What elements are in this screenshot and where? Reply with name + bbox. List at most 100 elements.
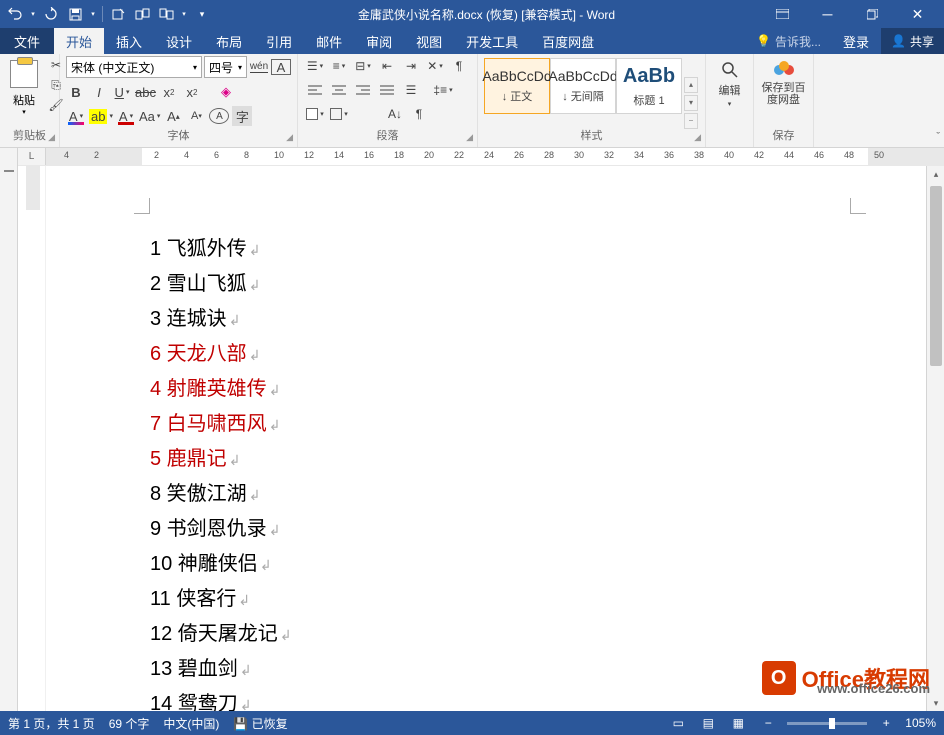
qat-button-2[interactable] bbox=[131, 3, 153, 25]
tab-视图[interactable]: 视图 bbox=[404, 28, 454, 54]
show-all-button[interactable]: ¶ bbox=[408, 104, 430, 124]
bold-button[interactable]: B bbox=[66, 82, 86, 102]
clear-formatting-button[interactable]: ◈ bbox=[216, 82, 236, 102]
login-button[interactable]: 登录 bbox=[831, 28, 881, 54]
qat-button-1[interactable] bbox=[107, 3, 129, 25]
tab-引用[interactable]: 引用 bbox=[254, 28, 304, 54]
show-marks-button[interactable]: ¶ bbox=[448, 56, 470, 76]
vertical-scrollbar[interactable]: ▴ ▾ bbox=[926, 166, 944, 711]
tell-me-search[interactable]: 💡 告诉我... bbox=[746, 28, 831, 54]
redo-button[interactable] bbox=[40, 3, 62, 25]
doc-line[interactable]: 1 飞狐外传↲ bbox=[150, 232, 926, 267]
highlight-button[interactable]: ab bbox=[89, 106, 113, 126]
style-↓ 正文[interactable]: AaBbCcDd↓ 正文 bbox=[484, 58, 550, 114]
scroll-down-button[interactable]: ▾ bbox=[927, 695, 944, 711]
font-name-combo[interactable]: 宋体 (中文正文)▾ bbox=[66, 56, 202, 78]
font-launcher[interactable]: ◢ bbox=[286, 132, 293, 143]
ruler-horizontal[interactable]: L 42246810121416182022242628303234363840… bbox=[0, 148, 944, 166]
read-mode-button[interactable]: ▭ bbox=[667, 714, 689, 732]
char-shading-button[interactable]: Aa bbox=[139, 106, 160, 126]
multilevel-button[interactable]: ⊟ bbox=[352, 56, 374, 76]
save-button[interactable] bbox=[64, 3, 86, 25]
undo-dropdown[interactable]: ▾ bbox=[28, 3, 38, 25]
styles-launcher[interactable]: ◢ bbox=[694, 132, 701, 143]
doc-line[interactable]: 9 书剑恩仇录↲ bbox=[150, 512, 926, 547]
zoom-in-button[interactable]: + bbox=[875, 714, 897, 732]
enclose-char-button[interactable]: A bbox=[209, 108, 229, 124]
font-color-button[interactable]: A bbox=[116, 106, 136, 126]
char-shading-2-button[interactable]: 字 bbox=[232, 106, 252, 126]
styles-up-button[interactable]: ▴ bbox=[684, 77, 698, 93]
subscript-button[interactable]: x2 bbox=[159, 82, 179, 102]
superscript-button[interactable]: x2 bbox=[182, 82, 202, 102]
shading-button[interactable] bbox=[304, 104, 326, 124]
style-标题 1[interactable]: AaBb标题 1 bbox=[616, 58, 682, 114]
language-indicator[interactable]: 中文(中国) bbox=[163, 715, 219, 732]
shrink-font-button[interactable]: A▾ bbox=[186, 106, 206, 126]
collapse-ribbon-button[interactable]: ˇ bbox=[936, 131, 940, 143]
font-size-combo[interactable]: 四号▾ bbox=[204, 56, 247, 78]
clipboard-launcher[interactable]: ◢ bbox=[48, 132, 55, 143]
distribute-button[interactable]: ☰ bbox=[400, 80, 422, 100]
line-spacing-button[interactable]: ‡≡ bbox=[432, 80, 454, 100]
tab-开始[interactable]: 开始 bbox=[54, 28, 104, 54]
grow-font-button[interactable]: A▴ bbox=[163, 106, 183, 126]
decrease-indent-button[interactable]: ⇤ bbox=[376, 56, 398, 76]
doc-line[interactable]: 3 连城诀↲ bbox=[150, 302, 926, 337]
find-button[interactable]: 编辑 ▾ bbox=[719, 60, 741, 108]
close-button[interactable]: ✕ bbox=[895, 0, 940, 28]
qat-button-3[interactable] bbox=[155, 3, 177, 25]
character-border-button[interactable]: A bbox=[271, 59, 291, 75]
increase-indent-button[interactable]: ⇥ bbox=[400, 56, 422, 76]
align-left-button[interactable] bbox=[304, 80, 326, 100]
italic-button[interactable]: I bbox=[89, 82, 109, 102]
zoom-slider[interactable] bbox=[787, 722, 867, 725]
tab-邮件[interactable]: 邮件 bbox=[304, 28, 354, 54]
tab-设计[interactable]: 设计 bbox=[154, 28, 204, 54]
text-effects-button[interactable]: A bbox=[66, 106, 86, 126]
nav-pane-collapsed[interactable] bbox=[0, 166, 18, 711]
recovered-indicator[interactable]: 💾 已恢复 bbox=[233, 715, 287, 732]
doc-line[interactable]: 7 白马啸西风↲ bbox=[150, 407, 926, 442]
minimize-button[interactable]: ─ bbox=[805, 0, 850, 28]
doc-line[interactable]: 4 射雕英雄传↲ bbox=[150, 372, 926, 407]
asian-layout-button[interactable]: ✕ bbox=[424, 56, 446, 76]
doc-line[interactable]: 2 雪山飞狐↲ bbox=[150, 267, 926, 302]
tab-百度网盘[interactable]: 百度网盘 bbox=[530, 28, 606, 54]
borders-button[interactable] bbox=[328, 104, 350, 124]
style-↓ 无间隔[interactable]: AaBbCcDd↓ 无间隔 bbox=[550, 58, 616, 114]
qat-dropdown[interactable]: ▾ bbox=[179, 3, 189, 25]
underline-button[interactable]: U bbox=[112, 82, 132, 102]
numbering-button[interactable]: ≡ bbox=[328, 56, 350, 76]
paste-button[interactable]: 粘贴 ▾ bbox=[6, 56, 42, 120]
sort-button[interactable]: A↓ bbox=[384, 104, 406, 124]
scroll-up-button[interactable]: ▴ bbox=[927, 166, 944, 182]
page-indicator[interactable]: 第 1 页，共 1 页 bbox=[8, 715, 95, 732]
restore-button[interactable] bbox=[850, 0, 895, 28]
zoom-level[interactable]: 105% bbox=[905, 716, 936, 730]
align-right-button[interactable] bbox=[352, 80, 374, 100]
strikethrough-button[interactable]: abc bbox=[135, 82, 156, 102]
align-center-button[interactable] bbox=[328, 80, 350, 100]
paragraph-launcher[interactable]: ◢ bbox=[466, 132, 473, 143]
save-dropdown[interactable]: ▾ bbox=[88, 3, 98, 25]
undo-button[interactable] bbox=[4, 3, 26, 25]
doc-line[interactable]: 8 笑傲江湖↲ bbox=[150, 477, 926, 512]
bullets-button[interactable]: ☰ bbox=[304, 56, 326, 76]
tab-布局[interactable]: 布局 bbox=[204, 28, 254, 54]
tab-开发工具[interactable]: 开发工具 bbox=[454, 28, 530, 54]
tab-插入[interactable]: 插入 bbox=[104, 28, 154, 54]
justify-button[interactable] bbox=[376, 80, 398, 100]
save-to-baidu-button[interactable]: 保存到百度网盘 bbox=[760, 58, 807, 106]
doc-line[interactable]: 10 神雕侠侣↲ bbox=[150, 547, 926, 582]
doc-line[interactable]: 5 鹿鼎记↲ bbox=[150, 442, 926, 477]
zoom-out-button[interactable]: − bbox=[757, 714, 779, 732]
ribbon-display-button[interactable] bbox=[760, 0, 805, 28]
ruler-vertical[interactable] bbox=[18, 166, 46, 711]
doc-line[interactable]: 6 天龙八部↲ bbox=[150, 337, 926, 372]
qat-customize[interactable]: ▾ bbox=[191, 3, 213, 25]
styles-down-button[interactable]: ▾ bbox=[684, 95, 698, 111]
phonetic-guide-button[interactable]: wén bbox=[249, 57, 269, 77]
document-body[interactable]: 1 飞狐外传↲2 雪山飞狐↲3 连城诀↲6 天龙八部↲4 射雕英雄传↲7 白马啸… bbox=[46, 184, 926, 711]
file-tab[interactable]: 文件 bbox=[0, 28, 54, 54]
